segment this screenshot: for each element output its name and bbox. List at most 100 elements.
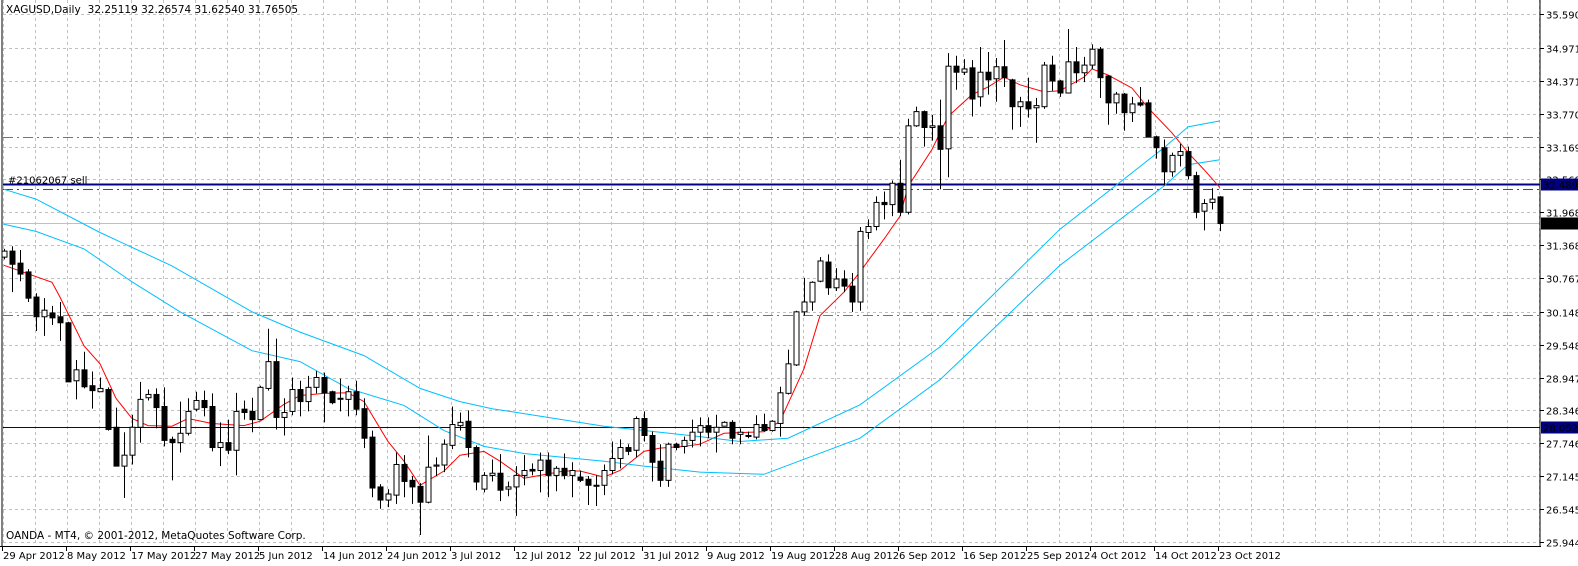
candle [1009,78,1016,130]
time-tick-label: 31 Jul 2012 [643,551,700,562]
candle [193,391,200,412]
candle-body-bullish [889,182,896,206]
price-chart[interactable]: #21062067 sell 35.5905 34.9717 34.3711 33.7… [0,0,1578,566]
candle [497,454,504,502]
candle-body-bullish [177,432,184,444]
candle [1201,199,1208,231]
time-tick-label: 5 Jun 2012 [259,551,313,562]
price-tick-label: 31.3681 [1546,242,1578,253]
candle-body-bullish [1201,203,1208,212]
axes [0,0,1541,547]
time-tick-label: 17 May 2012 [131,551,196,562]
candle-body-bullish [481,474,488,490]
candle-body-bearish [377,486,384,501]
candle-body-bearish [585,478,592,486]
candle-body-bearish [1009,79,1016,108]
candle [1073,47,1080,84]
candle-body-bearish [401,463,408,482]
candle-body-bearish [105,389,112,430]
candle [297,380,304,417]
candle-body-bearish [729,421,736,439]
candle [753,415,760,440]
candle-body-bearish [9,250,16,265]
candle [465,410,472,458]
candle [393,452,400,504]
candle [913,106,920,127]
candle [1185,146,1192,180]
candle [673,442,680,451]
candle-body-bullish [945,65,952,150]
candle-body-bullish [681,439,688,447]
candle-body-bearish [153,393,160,409]
candle-body-bullish [537,459,544,472]
time-tick-label: 6 Sep 2012 [899,551,956,562]
candle [633,416,640,458]
candle-body-bearish [1193,175,1200,213]
candle [1,248,8,260]
candle-body-bullish [913,111,920,127]
candle [593,475,600,507]
candle-body-bearish [1049,64,1056,82]
price-tick-label: 30.7675 [1546,275,1578,286]
price-tick-label: 34.3711 [1546,78,1578,89]
candle [385,489,392,508]
price-tick-label: 28.9475 [1546,375,1578,386]
candle [601,464,608,496]
candle-body-bullish [601,470,608,486]
candle [937,99,944,190]
candle-body-bullish [441,443,448,466]
candle-body-bearish [361,408,368,439]
candle-body-bullish [513,474,520,488]
candle-body-bearish [1145,102,1152,138]
candle-body-bullish [745,434,752,437]
candle [257,385,264,421]
candle [1193,171,1200,219]
candle-body-bullish [777,392,784,424]
candle [537,452,544,493]
candle [161,387,168,447]
candle-body-bearish [641,418,648,436]
candle-body-bullish [505,486,512,490]
candle-body-bearish [761,424,768,432]
price-tick-label: 25.9445 [1546,539,1578,550]
candle [281,398,288,436]
candle [113,407,120,467]
candle-body-bullish [1113,93,1120,104]
candle-body-bullish [617,447,624,459]
candle-body-bearish [921,111,928,128]
candle-body-bullish [697,425,704,433]
time-tick-label: 27 May 2012 [195,551,260,562]
candle [825,254,832,295]
price-tick-label: 26.5451 [1546,506,1578,517]
candle [409,475,416,504]
price-tick-label: 29.5481 [1546,342,1578,353]
time-tick-label: 19 Aug 2012 [771,551,835,562]
candle [897,159,904,217]
candle-body-bullish [345,391,352,400]
price-tick-label: 28.3469 [1546,407,1578,418]
candle-body-bullish [129,426,136,456]
candle [305,375,312,412]
candle-body-bullish [609,457,616,472]
candle [873,196,880,231]
candle [785,349,792,395]
candle-body-bearish [1161,147,1168,173]
candle [769,420,776,432]
candles [1,28,1224,536]
candle-body-bullish [665,443,672,481]
candle [1145,99,1152,138]
time-axis[interactable]: 29 Apr 2012 8 May 2012 17 May 201227 May 2… [2,546,1281,562]
candle-body-bullish [769,420,776,432]
price-axis[interactable]: 35.590534.971734.371133.770533.169932.56… [1540,11,1578,550]
candle [273,338,280,430]
candle [425,435,432,504]
candle-body-bearish [841,278,848,287]
candle [137,381,144,443]
candle-body-bearish [241,408,248,414]
time-tick-label: 12 Jul 2012 [515,551,572,562]
candle [697,417,704,447]
candle-body-bearish [321,376,328,394]
candle-body-bearish [249,410,256,421]
price-highlight-label: 32.4893 [1543,181,1578,192]
candle-body-bearish [985,71,992,81]
